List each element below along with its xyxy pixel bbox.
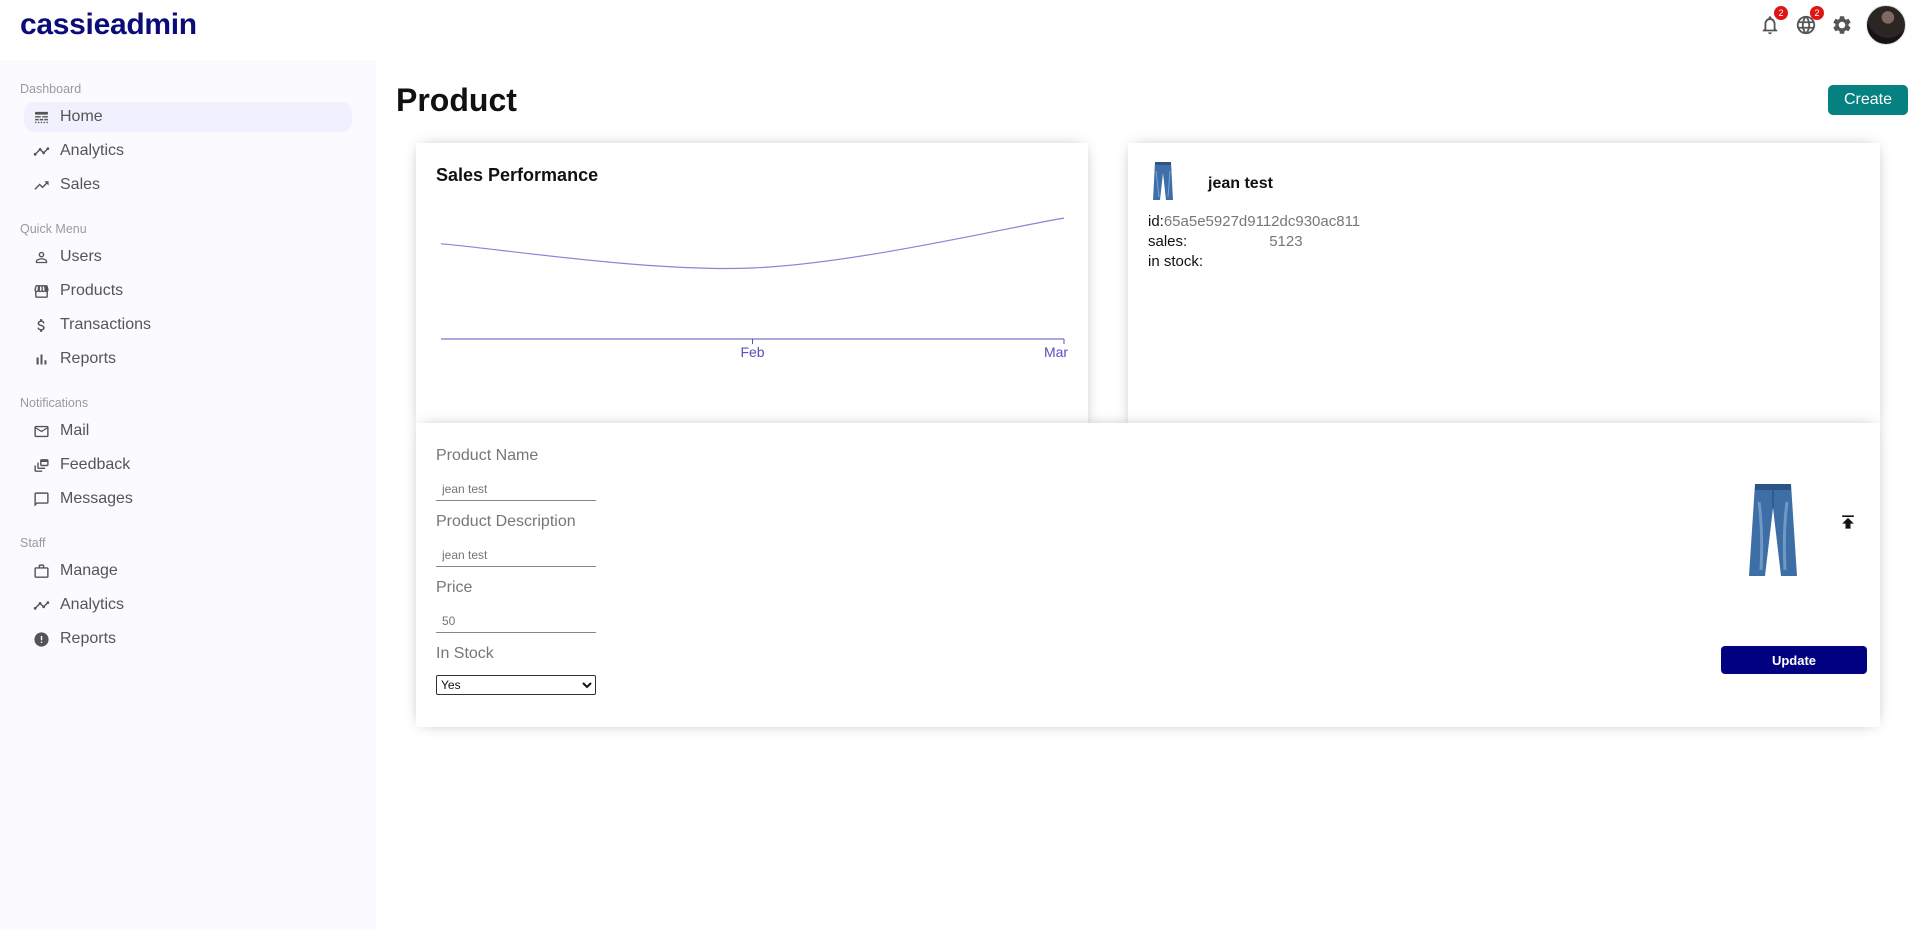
notifications-badge: 2 [1774,6,1788,20]
x-tick-label: Feb [740,344,764,360]
sidebar-item-label: Feedback [60,456,131,473]
logo[interactable]: cassieadmin [20,8,197,42]
timeline-icon [32,596,50,614]
work-icon [32,562,50,580]
in-stock-select[interactable]: YesNo [436,675,596,695]
product-name-input[interactable] [436,477,596,501]
product-name: jean test [1208,175,1273,192]
in-stock-label: In Stock [436,645,494,662]
mail-icon [32,422,50,440]
sidebar-item-home[interactable]: Home [24,102,352,132]
sidebar-item-label: Manage [60,562,118,579]
sidebar-group-notifications: Notifications Mail Feedback Messages [0,394,376,514]
product-thumbnail-jeans-icon [1153,162,1173,200]
sidebar-item-label: Transactions [60,316,151,333]
sidebar-item-label: Messages [60,490,133,507]
series-line [440,217,1065,270]
sidebar-item-messages[interactable]: Messages [24,484,352,514]
sidebar-item-label: Users [60,248,102,265]
product-name-label: Product Name [436,447,539,464]
product-edit-card: Product Name Product Description Price I… [416,423,1880,727]
avatar[interactable] [1866,5,1906,45]
chat-bubble-icon [32,490,50,508]
main-content: Product Create Feb Mar Sales Performance … [376,50,1920,929]
product-info-rows: id: 65a5e5927d9112dc930ac811 sales: 5123… [1148,212,1360,272]
sidebar-item-label: Reports [60,350,117,367]
sidebar-item-analytics[interactable]: Analytics [24,590,352,620]
product-description-input[interactable] [436,543,596,567]
product-info-card: jean test id: 65a5e5927d9112dc930ac811 s… [1128,143,1880,431]
sidebar-group-title: Staff [20,536,46,550]
upload-icon[interactable] [1838,512,1858,532]
product-image-jeans [1749,484,1797,576]
sales-performance-chart: Feb Mar [440,217,1068,360]
price-label: Price [436,579,473,596]
language-icon[interactable]: 2 [1794,6,1824,37]
notifications-icon[interactable]: 2 [1758,6,1788,37]
product-description-label: Product Description [436,513,576,530]
sidebar-item-label: Products [60,282,124,299]
sidebar-group-quick-menu: Quick Menu Users Products Transactions Repor… [0,220,376,374]
create-button[interactable]: Create [1828,85,1908,115]
page-title: Product [396,82,517,118]
product-edit-form: Product Name Product Description Price I… [436,445,596,695]
topbar: cassieadmin 2 2 [0,0,1920,50]
sidebar-group-title: Quick Menu [20,222,87,236]
price-input[interactable] [436,609,596,633]
chart-title: Sales Performance [436,165,599,185]
sidebar-group-staff: Staff Manage Analytics Reports [0,534,376,654]
product-stock-row: in stock: [1148,252,1360,272]
sidebar-item-users[interactable]: Users [24,242,352,272]
sidebar-item-products[interactable]: Products [24,276,352,306]
timeline-icon [32,142,50,160]
product-id-label: id: [1148,213,1164,230]
person-icon [32,248,50,266]
dynamic-feed-icon [32,456,50,474]
x-tick-label: Mar [1044,344,1068,360]
settings-gear-icon[interactable] [1830,13,1854,37]
trending-up-icon [32,176,50,194]
sidebar-item-label: Home [60,108,103,125]
sidebar-item-reports[interactable]: Reports [24,344,352,374]
dollar-icon [32,316,50,334]
product-id-row: id: 65a5e5927d9112dc930ac811 [1148,212,1360,232]
bar-chart-icon [32,350,50,368]
sidebar-item-label: Sales [60,176,101,193]
sidebar: Dashboard Home Analytics Sales Quick Menu Use… [0,60,376,929]
sidebar-item-label: Analytics [60,596,125,613]
report-icon [32,630,50,648]
sidebar-item-analytics[interactable]: Analytics [24,136,352,166]
storefront-icon [32,282,50,300]
sales-performance-card: Feb Mar Sales Performance [416,143,1088,431]
sidebar-item-feedback[interactable]: Feedback [24,450,352,480]
sidebar-item-mail[interactable]: Mail [24,416,352,446]
language-badge: 2 [1810,6,1824,20]
topbar-icons: 2 2 [1758,4,1906,46]
sidebar-item-label: Reports [60,630,117,647]
sidebar-item-label: Mail [60,422,90,439]
product-sales-label: sales: [1148,233,1188,250]
sidebar-item-label: Analytics [60,142,125,159]
sidebar-item-reports[interactable]: Reports [24,624,352,654]
sidebar-item-sales[interactable]: Sales [24,170,352,200]
sidebar-group-title: Dashboard [20,82,82,96]
product-stock-label: in stock: [1148,253,1204,270]
product-id-value: 65a5e5927d9112dc930ac811 [1163,213,1361,230]
line-style-icon [32,108,50,126]
update-button[interactable]: Update [1721,646,1867,674]
sidebar-item-manage[interactable]: Manage [24,556,352,586]
sidebar-group-title: Notifications [20,396,89,410]
sidebar-item-transactions[interactable]: Transactions [24,310,352,340]
sidebar-group-dashboard: Dashboard Home Analytics Sales [0,80,376,200]
product-sales-value: 5123 [1269,233,1303,250]
product-sales-row: sales: 5123 [1148,232,1360,252]
